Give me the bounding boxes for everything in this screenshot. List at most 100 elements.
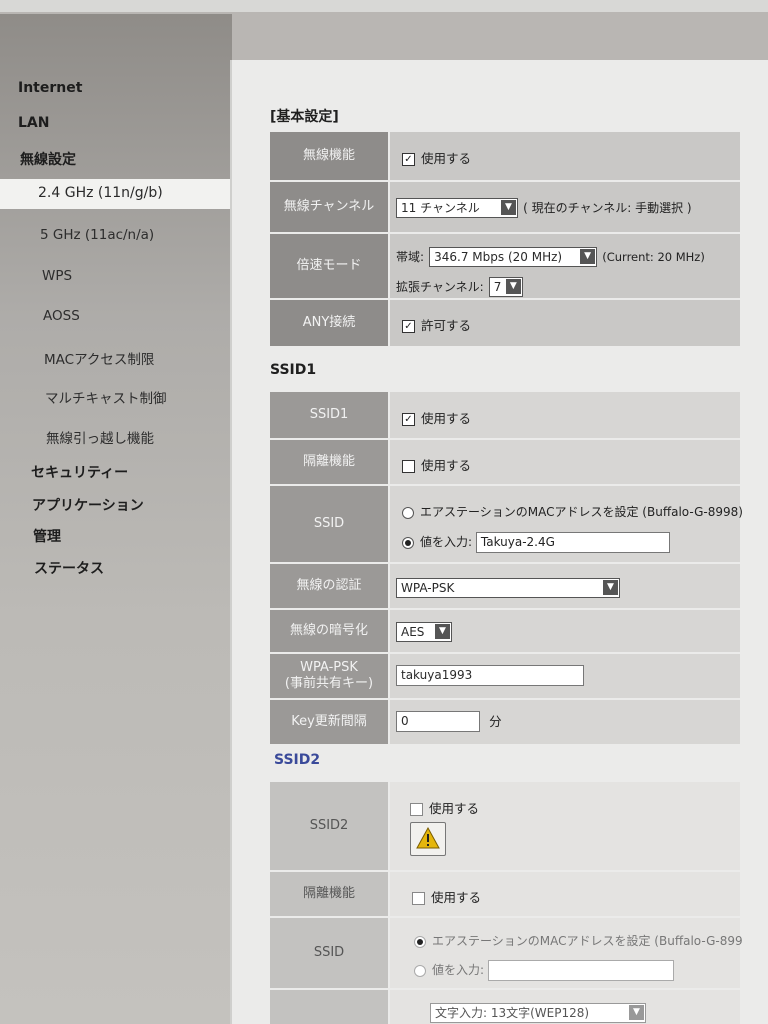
ssid1-psk-input[interactable]: takuya1993	[396, 665, 584, 686]
ssid2-ssid-label: SSID	[270, 918, 388, 988]
ssid1-title: SSID1	[270, 362, 317, 378]
ssid1-key-interval-input[interactable]: 0	[396, 711, 480, 732]
channel-label: 無線チャンネル	[270, 182, 388, 232]
speed-mode-label: 倍速モード	[270, 234, 388, 298]
chevron-down-icon: ▼	[501, 199, 516, 215]
main-panel: [基本設定] 無線機能 ✓ 使用する 無線チャンネル 11 チャンネル ▼ ( 現在…	[230, 60, 768, 1024]
ssid1-encryption-select[interactable]: AES ▼	[396, 621, 452, 642]
sidebar-item-wireless[interactable]: 無線設定	[20, 149, 76, 169]
wireless-function-option: 使用する	[421, 151, 472, 166]
ssid2-key-type-value: 文字入力: 13文字(WEP128)	[435, 1005, 590, 1020]
channel-select[interactable]: 11 チャンネル ▼	[396, 197, 518, 218]
sidebar-item-admin[interactable]: 管理	[33, 526, 61, 546]
sidebar-item-aoss[interactable]: AOSS	[43, 308, 80, 324]
ssid2-enable-option: 使用する	[429, 801, 480, 816]
any-connection-option: 許可する	[421, 318, 472, 333]
ssid2-title: SSID2	[274, 752, 321, 768]
sidebar-item-status[interactable]: ステータス	[34, 558, 104, 578]
psk-label-line2: (事前共有キー)	[284, 676, 374, 691]
ssid1-ssid-label: SSID	[270, 486, 388, 562]
row-ssid1-isolation: 隔離機能 使用する	[270, 440, 740, 484]
row-wireless-function: 無線機能 ✓ 使用する	[270, 132, 740, 180]
wireless-function-label: 無線機能	[270, 132, 388, 180]
chevron-down-icon: ▼	[505, 278, 521, 294]
channel-value: 11 チャンネル	[401, 200, 480, 215]
ssid1-mac-option: エアステーションのMACアドレスを設定 (Buffalo-G-8998)	[420, 505, 743, 519]
ssid1-auth-label: 無線の認証	[270, 564, 388, 608]
ssid1-enable-option: 使用する	[421, 411, 472, 426]
row-ssid1-encryption: 無線の暗号化 AES ▼	[270, 610, 740, 652]
chevron-down-icon: ▼	[603, 579, 618, 595]
ssid2-ssid-input[interactable]	[487, 960, 674, 981]
band-select[interactable]: 346.7 Mbps (20 MHz) ▼	[429, 246, 598, 267]
ssid2-input-radio[interactable]	[414, 964, 426, 977]
row-ssid1-ssid: SSID エアステーションのMACアドレスを設定 (Buffalo-G-8998…	[270, 486, 743, 562]
row-speed-mode: 倍速モード 帯域: 346.7 Mbps (20 MHz) ▼ (Current:…	[270, 234, 740, 298]
chevron-down-icon: ▼	[629, 1004, 644, 1020]
ssid1-isolation-label: 隔離機能	[270, 440, 388, 484]
ext-channel-label: 拡張チャンネル:	[396, 280, 484, 294]
ssid1-isolation-checkbox[interactable]	[402, 460, 415, 473]
ssid2-key-type-select[interactable]: 文字入力: 13文字(WEP128) ▼	[430, 1002, 646, 1023]
ssid1-auth-value: WPA-PSK	[401, 580, 455, 595]
row-ssid2-ssid: SSID エアステーションのMACアドレスを設定 (Buffalo-G-899 …	[270, 918, 743, 988]
ssid1-psk-label: WPA-PSK (事前共有キー)	[270, 654, 388, 698]
ssid1-enable-label: SSID1	[270, 392, 388, 438]
ssid1-mac-radio[interactable]	[402, 506, 414, 519]
sidebar: Internet LAN 無線設定 2.4 GHz (11n/g/b) 5 GH…	[0, 14, 232, 1024]
ssid1-input-radio[interactable]	[402, 536, 414, 549]
ssid2-isolation-label: 隔離機能	[270, 872, 388, 916]
chevron-down-icon: ▼	[435, 623, 450, 639]
ssid2-mac-radio[interactable]	[414, 935, 426, 948]
row-any-connection: ANY接続 ✓ 許可する	[270, 300, 740, 346]
ssid2-isolation-option: 使用する	[431, 890, 482, 905]
row-ssid2-next: 文字入力: 13文字(WEP128) ▼	[270, 990, 740, 1024]
row-ssid1-auth: 無線の認証 WPA-PSK ▼	[270, 564, 740, 608]
ssid1-input-option: 値を入力:	[420, 535, 473, 549]
ssid1-encryption-label: 無線の暗号化	[270, 610, 388, 652]
wireless-function-checkbox[interactable]: ✓	[402, 153, 415, 166]
sidebar-item-application[interactable]: アプリケーション	[32, 495, 144, 515]
ssid2-isolation-checkbox[interactable]	[412, 892, 425, 905]
chevron-down-icon: ▼	[580, 248, 596, 264]
row-channel: 無線チャンネル 11 チャンネル ▼ ( 現在のチャンネル: 手動選択 )	[270, 182, 740, 232]
ssid2-input-option: 値を入力:	[432, 963, 485, 977]
basic-settings-title: [基本設定]	[270, 109, 339, 125]
ext-channel-select[interactable]: 7 ▼	[488, 276, 523, 297]
row-ssid1-key-interval: Key更新間隔 0 分	[270, 700, 740, 744]
band-label: 帯域:	[396, 250, 425, 264]
sidebar-item-internet[interactable]: Internet	[18, 80, 82, 96]
row-ssid2-isolation: 隔離機能 使用する	[270, 872, 740, 916]
sidebar-item-lan[interactable]: LAN	[18, 115, 49, 131]
ssid1-auth-select[interactable]: WPA-PSK ▼	[396, 577, 620, 598]
any-connection-checkbox[interactable]: ✓	[402, 320, 415, 333]
ssid1-encryption-value: AES	[401, 624, 425, 639]
sidebar-item-security[interactable]: セキュリティー	[31, 462, 128, 482]
key-interval-unit: 分	[489, 714, 502, 729]
row-ssid1-psk: WPA-PSK (事前共有キー) takuya1993	[270, 654, 740, 698]
band-note: (Current: 20 MHz)	[602, 250, 705, 264]
sidebar-item-5ghz[interactable]: 5 GHz (11ac/n/a)	[40, 227, 154, 243]
psk-label-line1: WPA-PSK	[300, 659, 358, 675]
sidebar-item-2-4ghz[interactable]: 2.4 GHz (11n/g/b)	[0, 179, 232, 209]
ssid2-enable-checkbox[interactable]	[410, 803, 423, 816]
sidebar-item-mac-filter[interactable]: MACアクセス制限	[44, 348, 154, 368]
row-ssid1-enable: SSID1 ✓ 使用する	[270, 392, 740, 438]
ssid1-key-interval-label: Key更新間隔	[270, 700, 388, 744]
top-band	[0, 0, 768, 12]
ssid1-isolation-option: 使用する	[421, 458, 472, 473]
sidebar-item-multicast[interactable]: マルチキャスト制御	[45, 387, 167, 407]
any-connection-label: ANY接続	[270, 300, 388, 346]
ssid2-mac-option: エアステーションのMACアドレスを設定 (Buffalo-G-899	[432, 934, 743, 948]
band-value: 346.7 Mbps (20 MHz)	[434, 249, 563, 264]
sidebar-item-label: 2.4 GHz (11n/g/b)	[38, 185, 163, 201]
warning-icon[interactable]	[410, 822, 446, 856]
ssid1-enable-checkbox[interactable]: ✓	[402, 413, 415, 426]
channel-note: ( 現在のチャンネル: 手動選択 )	[523, 201, 692, 215]
ssid2-next-label	[270, 990, 388, 1024]
ssid1-ssid-input[interactable]: Takuya-2.4G	[475, 532, 670, 553]
sidebar-item-migration[interactable]: 無線引っ越し機能	[46, 427, 154, 447]
sidebar-item-wps[interactable]: WPS	[42, 268, 72, 284]
ssid2-enable-label: SSID2	[270, 782, 388, 870]
row-ssid2-enable: SSID2 使用する	[270, 782, 740, 870]
